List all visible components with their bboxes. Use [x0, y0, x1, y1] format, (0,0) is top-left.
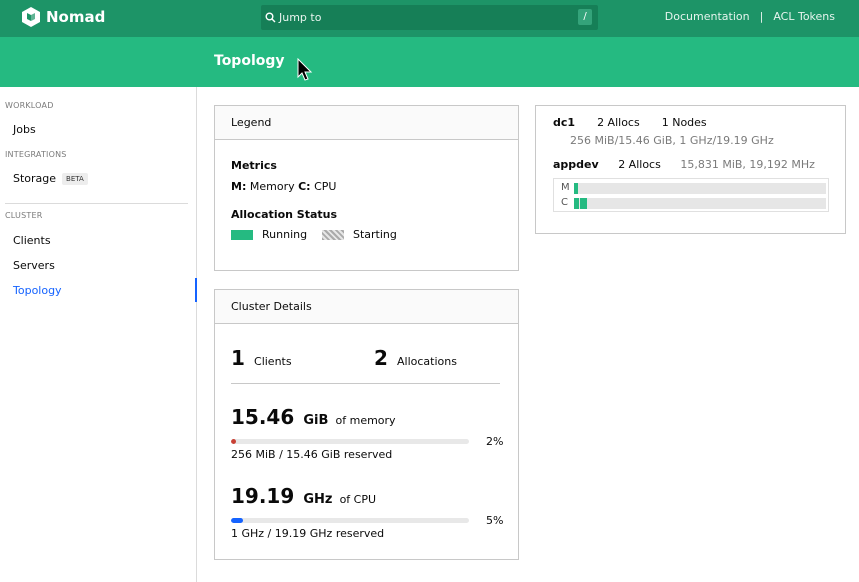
datacenter-allocs: 2 Allocs — [597, 116, 640, 129]
memory-reserved: 256 MiB / 15.46 GiB reserved — [231, 448, 393, 461]
allocation-status-title: Allocation Status — [231, 208, 338, 221]
stats-divider — [231, 383, 500, 384]
nomad-logo[interactable]: Nomad — [22, 7, 105, 27]
acl-tokens-link[interactable]: ACL Tokens — [773, 10, 835, 23]
cpu-value: 19.19 — [231, 484, 295, 508]
link-separator: | — [759, 10, 764, 23]
mouse-cursor-icon — [297, 58, 313, 81]
sidebar: WORKLOAD Jobs INTEGRATIONS Storage BETA C… — [0, 87, 197, 582]
top-navbar: Nomad Jump to / Documentation | ACL Toke… — [0, 0, 859, 37]
cpu-percent: 5% — [486, 514, 504, 527]
memory-value: 15.46 — [231, 405, 295, 429]
top-links: Documentation | ACL Tokens — [665, 10, 835, 23]
allocations-label: Allocations — [397, 355, 457, 368]
cluster-details-title: Cluster Details — [215, 290, 518, 324]
running-swatch — [231, 230, 253, 240]
starting-label: Starting — [353, 228, 397, 241]
sidebar-item-topology[interactable]: Topology — [13, 284, 62, 297]
sidebar-section-cluster: CLUSTER — [5, 211, 43, 220]
sidebar-item-storage[interactable]: Storage BETA — [13, 172, 88, 185]
cpu-suffix: of CPU — [339, 493, 377, 506]
beta-badge: BETA — [62, 173, 88, 185]
cpu-progress-bar — [231, 518, 469, 523]
node-name: appdev — [553, 158, 599, 171]
node-memory-bar — [574, 183, 826, 194]
metric-label-cpu: CPU — [314, 180, 337, 193]
search-icon — [265, 12, 276, 23]
node-header[interactable]: appdev 2 Allocs 15,831 MiB, 19,192 MHz — [553, 158, 815, 171]
sidebar-item-clients[interactable]: Clients — [13, 234, 51, 247]
node-allocs: 2 Allocs — [618, 158, 661, 171]
node-cpu-alloc-2[interactable] — [580, 198, 587, 209]
cpu-unit: GHz — [303, 492, 333, 507]
active-indicator — [195, 278, 197, 302]
page-title: Topology — [214, 53, 285, 69]
legend-card: Legend Metrics M: Memory C: CPU Allocati… — [214, 105, 519, 271]
datacenter-name: dc1 — [553, 116, 576, 129]
node-cpu-label: C — [561, 197, 568, 208]
clients-count: 1 — [231, 346, 245, 370]
legend-running: Running — [231, 228, 307, 241]
cluster-details-card: Cluster Details 1 Clients 2 Allocations … — [214, 289, 519, 560]
memory-progress-bar — [231, 439, 469, 444]
sidebar-divider — [5, 203, 188, 204]
allocations-stat: 2 Allocations — [374, 346, 457, 370]
legend-title: Legend — [215, 106, 518, 140]
datacenter-nodes: 1 Nodes — [661, 116, 707, 129]
memory-percent: 2% — [486, 435, 504, 448]
node-memory-alloc[interactable] — [574, 183, 578, 194]
sidebar-item-jobs[interactable]: Jobs — [13, 123, 36, 136]
legend-starting: Starting — [322, 228, 397, 241]
metric-label-memory: Memory — [249, 180, 295, 193]
page-header: Topology — [0, 37, 859, 87]
cpu-reserved: 1 GHz / 19.19 GHz reserved — [231, 527, 385, 540]
metrics-title: Metrics — [231, 159, 277, 172]
memory-suffix: of memory — [335, 414, 396, 427]
sidebar-item-servers[interactable]: Servers — [13, 259, 55, 272]
clients-stat: 1 Clients — [231, 346, 292, 370]
app-name: Nomad — [46, 8, 106, 26]
datacenter-summary: 256 MiB/15.46 GiB, 1 GHz/19.19 GHz — [570, 134, 774, 147]
node-cpu-bar — [574, 198, 826, 209]
sidebar-section-workload: WORKLOAD — [5, 101, 54, 110]
memory-progress-fill — [231, 439, 236, 444]
datacenter-header: dc1 2 Allocs 1 Nodes — [553, 116, 707, 129]
allocations-count: 2 — [374, 346, 388, 370]
documentation-link[interactable]: Documentation — [665, 10, 750, 23]
node-memory-label: M — [561, 182, 570, 193]
metric-key-memory: M: — [231, 180, 247, 193]
clients-label: Clients — [254, 355, 292, 368]
cpu-stat: 19.19 GHz of CPU — [231, 484, 376, 508]
cpu-progress-fill — [231, 518, 243, 523]
search-placeholder: Jump to — [279, 11, 322, 24]
memory-stat: 15.46 GiB of memory — [231, 405, 396, 429]
search-input[interactable]: Jump to / — [261, 5, 598, 30]
metric-key-cpu: C: — [298, 180, 311, 193]
node-resources: 15,831 MiB, 19,192 MHz — [680, 158, 815, 171]
node-allocation-chart[interactable]: M C — [553, 178, 829, 212]
search-shortcut-key: / — [578, 9, 592, 25]
sidebar-section-integrations: INTEGRATIONS — [5, 150, 67, 159]
node-cpu-alloc-1[interactable] — [574, 198, 579, 209]
nomad-logo-icon — [22, 7, 40, 27]
memory-unit: GiB — [303, 413, 329, 428]
running-label: Running — [262, 228, 308, 241]
metrics-legend: M: Memory C: CPU — [231, 180, 336, 193]
sidebar-item-storage-label: Storage — [13, 172, 57, 185]
datacenter-card: dc1 2 Allocs 1 Nodes 256 MiB/15.46 GiB, … — [535, 105, 846, 234]
starting-swatch — [322, 230, 344, 240]
